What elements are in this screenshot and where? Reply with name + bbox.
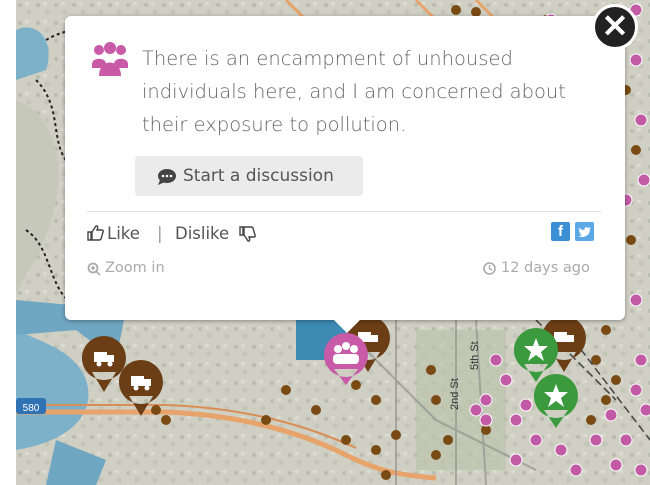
separator: |: [157, 224, 163, 243]
comment-point[interactable]: [629, 293, 643, 307]
comment-point[interactable]: [619, 433, 633, 447]
speech-bubble-icon: [158, 169, 176, 185]
comment-popup: There is an encampment of unhoused indiv…: [65, 16, 625, 333]
comment-point[interactable]: [479, 393, 493, 407]
comment-text: There is an encampment of unhoused indiv…: [142, 47, 566, 136]
twitter-share-button[interactable]: [575, 222, 594, 241]
map-point[interactable]: [341, 435, 351, 445]
comment-point[interactable]: [569, 463, 583, 477]
comment-point[interactable]: [469, 403, 483, 417]
highway-label: 580: [23, 403, 40, 414]
divider: [87, 211, 601, 212]
comment-point[interactable]: [634, 463, 648, 477]
map-point[interactable]: [631, 145, 641, 155]
map-point[interactable]: [261, 415, 271, 425]
map-point[interactable]: [351, 380, 361, 390]
map-point[interactable]: [431, 450, 441, 460]
map-point[interactable]: [371, 445, 381, 455]
comment-point[interactable]: [499, 373, 513, 387]
comment-point[interactable]: [554, 443, 568, 457]
comment-point[interactable]: [639, 403, 650, 417]
map-point[interactable]: [426, 365, 436, 375]
map-point[interactable]: [311, 405, 321, 415]
comment-point[interactable]: [509, 413, 523, 427]
map-point[interactable]: [601, 325, 611, 335]
map-point[interactable]: [586, 415, 596, 425]
comment-point[interactable]: [489, 353, 503, 367]
comment-point[interactable]: [609, 458, 623, 472]
map-point[interactable]: [371, 395, 381, 405]
facebook-share-button[interactable]: f: [551, 222, 570, 241]
map-point[interactable]: [443, 435, 453, 445]
thumbs-up-icon[interactable]: [87, 224, 104, 241]
comment-point[interactable]: [637, 173, 650, 187]
map-point[interactable]: [281, 385, 291, 395]
comment-point[interactable]: [509, 453, 523, 467]
map-point[interactable]: [601, 395, 611, 405]
close-icon: ✕: [601, 8, 629, 44]
like-button[interactable]: Like: [107, 224, 140, 243]
map-point[interactable]: [151, 405, 161, 415]
map-point[interactable]: [591, 355, 601, 365]
start-discussion-button[interactable]: Start a discussion: [135, 156, 363, 196]
map-frame: 580 5th St 2nd St There is an encampment…: [16, 0, 650, 485]
map-point[interactable]: [451, 5, 461, 15]
comment-point[interactable]: [629, 383, 643, 397]
comment-point[interactable]: [519, 398, 533, 412]
close-button[interactable]: ✕: [592, 4, 638, 50]
map-point[interactable]: [611, 375, 621, 385]
comment-point[interactable]: [634, 113, 648, 127]
thumbs-down-icon[interactable]: [239, 226, 256, 243]
street-label-2nd: 2nd St: [449, 378, 461, 410]
map-point[interactable]: [161, 415, 171, 425]
comment-point[interactable]: [629, 53, 643, 67]
timestamp: 12 days ago: [501, 260, 590, 276]
popup-pointer: [333, 319, 361, 333]
street-label-5th: 5th St: [469, 341, 481, 370]
start-discussion-label: Start a discussion: [183, 166, 334, 186]
comment-point[interactable]: [604, 408, 618, 422]
map-point[interactable]: [391, 430, 401, 440]
zoom-in-link[interactable]: Zoom in: [105, 260, 165, 276]
comment-point[interactable]: [634, 353, 648, 367]
comment-point[interactable]: [589, 433, 603, 447]
comment-point[interactable]: [479, 413, 493, 427]
map-point[interactable]: [431, 395, 441, 405]
people-group-icon: [92, 42, 128, 76]
dislike-button[interactable]: Dislike: [175, 224, 229, 243]
clock-icon: [483, 262, 496, 275]
map-point[interactable]: [626, 235, 636, 245]
comment-point[interactable]: [529, 433, 543, 447]
zoom-in-icon[interactable]: [87, 262, 101, 276]
map-point[interactable]: [381, 470, 391, 480]
